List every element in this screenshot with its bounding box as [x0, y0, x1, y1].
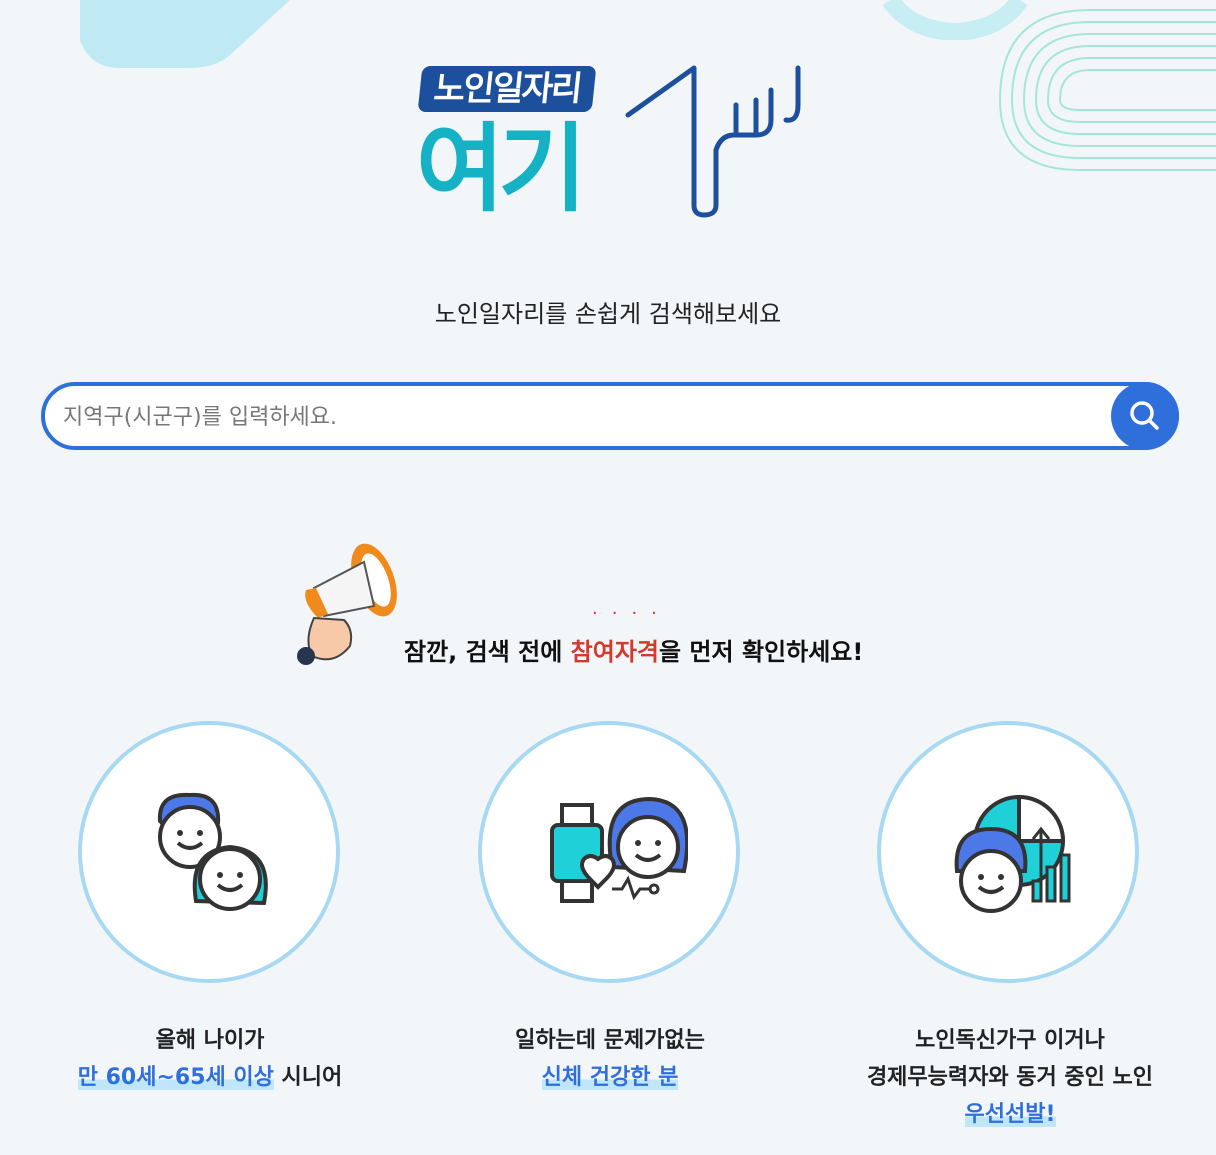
criteria-circle-health: [478, 721, 740, 983]
criteria-age-line1: 올해 나이가: [155, 1028, 265, 1053]
pointing-hand-icon: [625, 65, 801, 218]
senior-couple-icon: [157, 792, 268, 911]
criteria-circle-age: [78, 721, 340, 983]
criteria-text-priority: 노인독신가구 이거나 경제무능력자와 동거 중인 노인 우선선발!: [800, 1022, 1216, 1133]
criteria-priority-line2: 경제무능력자와 동거 중인 노인: [866, 1065, 1154, 1090]
background-line-pattern: [998, 9, 1216, 171]
criteria-age-after: 시니어: [273, 1065, 343, 1090]
eligibility-notice: 잠깐, 검색 전에 참여자격을 먼저 확인하세요!: [404, 632, 863, 667]
region-search-input[interactable]: [61, 396, 1105, 438]
search-icon: [1130, 401, 1159, 430]
criteria-health-line1: 일하는데 문제가없는: [515, 1028, 705, 1053]
smartwatch-health-icon: [550, 796, 688, 903]
criteria-priority-highlight: 우선선발!: [964, 1102, 1056, 1127]
page-subtitle: 노인일자리를 손쉽게 검색해보세요: [434, 300, 782, 328]
search-bar: [41, 382, 1179, 450]
criteria-priority-line1: 노인독신가구 이거나: [915, 1028, 1105, 1053]
site-logo[interactable]: 노인일자리 여기: [416, 60, 816, 225]
logo-tag-text: 노인일자리: [417, 66, 597, 112]
background-pill-shape: [80, 0, 290, 68]
megaphone-icon: [297, 543, 397, 665]
notice-highlight: 참여자격: [570, 638, 659, 666]
notice-prefix: 잠깐, 검색 전에: [404, 638, 571, 666]
senior-chart-icon: [954, 794, 1071, 913]
emphasis-dots: ....: [592, 598, 671, 619]
search-button[interactable]: [1111, 382, 1179, 450]
criteria-circle-priority: [877, 721, 1139, 983]
criteria-age-highlight: 만 60세~65세 이상: [77, 1065, 274, 1090]
criteria-text-health: 일하는데 문제가없는 신체 건강한 분: [400, 1022, 820, 1096]
criteria-text-age: 올해 나이가 만 60세~65세 이상 시니어: [0, 1022, 420, 1096]
logo-main-text: 여기: [416, 113, 587, 225]
criteria-health-highlight: 신체 건강한 분: [541, 1065, 679, 1090]
notice-suffix: 을 먼저 확인하세요!: [659, 638, 864, 666]
